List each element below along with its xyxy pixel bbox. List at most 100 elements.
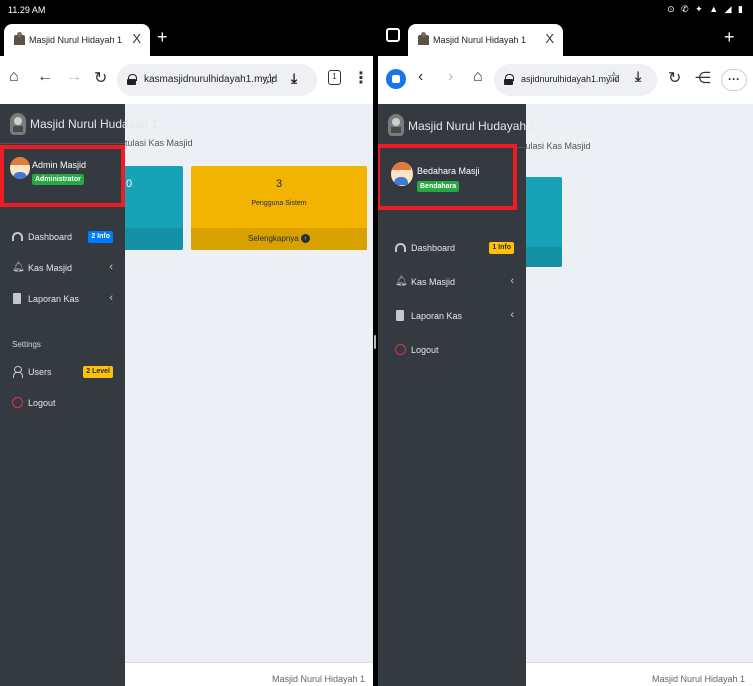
star-icon[interactable]: ☆	[263, 70, 276, 88]
sidebar-item-laporan-kas[interactable]: Laporan Kas ‹	[0, 288, 125, 310]
left-browser-pane: Masjid Nurul Hidayah 1 X + ⌂ ← → ↻ kasma…	[0, 20, 373, 686]
back-icon[interactable]: ←	[37, 68, 53, 86]
highlight-box	[0, 145, 125, 207]
status-icons: ⊙ ✆ ✦ ▲ ◢ ▮	[667, 4, 745, 14]
footer-text: Masjid Nurul Hidayah 1	[651, 674, 745, 684]
level-badge: 2 Level	[83, 366, 113, 378]
card-value: 3	[275, 178, 283, 190]
user-icon	[12, 366, 23, 378]
info-card-users[interactable]: 3 Pengguna Sistem Selengkapnya ›	[191, 166, 367, 250]
tab-title: Masjid Nurul Hidayah 1	[29, 35, 123, 45]
card-label: Pengguna Sistem	[251, 200, 307, 207]
sidebar-item-kas-masjid[interactable]: 🔔︎ Kas Masjid ‹	[378, 271, 526, 293]
breadcrumb: tulasi Kas Masjid	[523, 141, 591, 151]
highlight-box	[378, 144, 517, 210]
info-badge: 2 Info	[88, 231, 113, 243]
divider-handle[interactable]	[374, 335, 376, 349]
url-bar[interactable]: asjidnurulhidayah1.my.id	[494, 64, 657, 96]
nav-label: Users	[28, 367, 52, 377]
brand-name: Masjid Nurul Hudayah 1	[30, 117, 159, 131]
power-icon	[395, 344, 406, 355]
url-bar[interactable]: kasmasjidnurulhidayah1.my.id ☆ ⤓	[117, 64, 317, 96]
info-badge: 1 Info	[489, 242, 514, 254]
status-time: 11.29 AM	[8, 5, 46, 15]
bell-icon: 🔔︎	[395, 276, 408, 287]
page-content: tulasi Kas Masjid Masjid Nurul Hidayah 1…	[378, 104, 753, 686]
system-status-bar: 11.29 AM ⊙ ✆ ✦ ▲ ◢ ▮	[0, 0, 753, 20]
page-content: tulasi Kas Masjid 0 3 Pengguna Sistem Se…	[0, 104, 373, 686]
nav-label: Kas Masjid	[28, 263, 73, 273]
nav-label: Dashboard	[28, 232, 73, 242]
share-icon[interactable]: ⋲	[695, 68, 711, 88]
brand-link[interactable]: Masjid Nurul Hudayah 1	[378, 104, 536, 148]
url-text: asjidnurulhidayah1.my.id	[521, 74, 620, 84]
right-browser-pane: Masjid Nurul Hidayah 1 X + ‹ › ⌂ asjidnu…	[378, 20, 753, 686]
new-tab-button[interactable]: +	[724, 27, 735, 48]
sidebar-item-kas-masjid[interactable]: 🔔︎ Kas Masjid ‹	[0, 257, 125, 279]
nav-label: Dashboard	[411, 243, 456, 253]
brand-logo-icon	[388, 114, 404, 136]
arrow-circle-icon: ›	[300, 234, 310, 244]
chevron-left-icon: ‹	[510, 309, 514, 321]
reload-icon[interactable]: ↻	[668, 68, 681, 88]
back-icon[interactable]: ‹	[418, 68, 423, 86]
chevron-left-icon: ‹	[109, 261, 113, 273]
brand-name: Masjid Nurul Hudayah 1	[408, 119, 537, 133]
close-tab-icon[interactable]: X	[545, 31, 554, 46]
sidebar: Masjid Nurul Hudayah 1 Bedahara Masji Be…	[378, 104, 536, 686]
file-icon	[12, 293, 23, 304]
sidebar-item-laporan-kas[interactable]: Laporan Kas ‹	[378, 305, 526, 327]
sidebar-item-dashboard[interactable]: Dashboard 1 Info	[378, 237, 526, 259]
info-card-teal[interactable]: 0	[118, 166, 183, 250]
tab-bar: Masjid Nurul Hidayah 1 X +	[0, 20, 373, 56]
mosque-favicon-icon	[418, 32, 429, 45]
more-options-icon[interactable]: ···	[721, 69, 747, 91]
nav-label: Kas Masjid	[411, 277, 456, 287]
reload-icon[interactable]: ↻	[94, 68, 107, 88]
browser-tab[interactable]: Masjid Nurul Hidayah 1 X	[408, 24, 563, 56]
chevron-left-icon: ‹	[109, 292, 113, 304]
sidebar-item-dashboard[interactable]: Dashboard 2 Info	[0, 226, 125, 248]
nav-label: Logout	[411, 345, 439, 355]
nav-label: Logout	[28, 398, 56, 408]
browser-shield-icon[interactable]	[386, 69, 406, 89]
nav-label: Laporan Kas	[411, 311, 463, 321]
address-toolbar: ‹ › ⌂ asjidnurulhidayah1.my.id ☆ ⤓ ↻ ⋲ ·…	[378, 56, 753, 104]
tab-switcher-icon[interactable]	[386, 28, 400, 42]
menu-icon[interactable]: ⋮	[353, 68, 369, 88]
close-tab-icon[interactable]: X	[132, 31, 141, 46]
tab-count-icon[interactable]: 1	[328, 70, 341, 85]
breadcrumb: tulasi Kas Masjid	[125, 138, 193, 148]
bell-icon: 🔔︎	[12, 262, 25, 273]
mosque-favicon-icon	[14, 32, 25, 45]
sidebar-item-logout[interactable]: Logout	[0, 392, 125, 414]
download-icon[interactable]: ⤓	[291, 70, 297, 87]
star-icon[interactable]: ☆	[607, 68, 620, 86]
chevron-left-icon: ‹	[510, 275, 514, 287]
brand-link[interactable]: Masjid Nurul Hudayah 1	[0, 104, 158, 144]
card-footer[interactable]	[118, 228, 183, 250]
home-icon[interactable]: ⌂	[473, 68, 483, 86]
more-link-label: Selengkapnya	[248, 234, 299, 243]
lock-icon	[504, 74, 514, 85]
address-toolbar: ⌂ ← → ↻ kasmasjidnurulhidayah1.my.id ☆ ⤓…	[0, 56, 373, 104]
sidebar: Masjid Nurul Hudayah 1 Admin Masjid Admi…	[0, 104, 158, 686]
forward-icon[interactable]: ›	[448, 68, 453, 86]
dashboard-icon	[395, 242, 406, 253]
home-icon[interactable]: ⌂	[9, 68, 19, 86]
download-icon[interactable]: ⤓	[635, 68, 641, 85]
sidebar-item-users[interactable]: Users 2 Level	[0, 361, 125, 383]
file-icon	[395, 310, 406, 321]
dashboard-icon	[12, 231, 23, 242]
browser-tab[interactable]: Masjid Nurul Hidayah 1 X	[4, 24, 150, 56]
card-more-link[interactable]: Selengkapnya ›	[191, 228, 367, 250]
footer-text: Masjid Nurul Hidayah 1	[271, 674, 365, 684]
tab-title: Masjid Nurul Hidayah 1	[433, 35, 527, 45]
card-value: 0	[126, 178, 133, 190]
sidebar-item-logout[interactable]: Logout	[378, 339, 526, 361]
tab-bar: Masjid Nurul Hidayah 1 X +	[378, 20, 753, 56]
power-icon	[12, 397, 23, 408]
lock-icon	[127, 74, 137, 85]
new-tab-button[interactable]: +	[157, 27, 168, 48]
forward-icon[interactable]: →	[66, 68, 82, 86]
